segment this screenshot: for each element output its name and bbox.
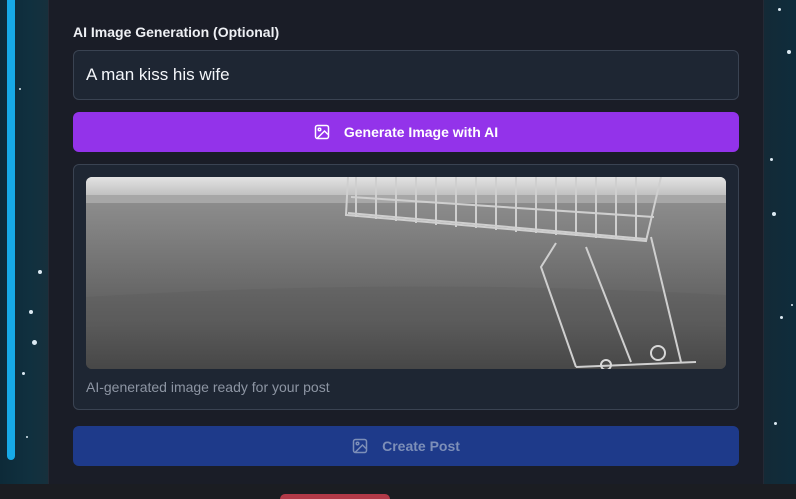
image-icon	[314, 124, 330, 140]
star-decoration	[38, 270, 42, 274]
image-prompt-value: A man kiss his wife	[86, 65, 230, 84]
bottom-taskbar	[0, 484, 796, 499]
star-decoration	[29, 310, 33, 314]
generate-image-button[interactable]: Generate Image with AI	[73, 112, 739, 152]
ai-section-label: AI Image Generation (Optional)	[73, 24, 280, 40]
star-decoration	[22, 372, 25, 375]
star-decoration	[774, 422, 777, 425]
image-preview-card: AI-generated image ready for your post	[73, 164, 739, 410]
left-accent-scrollbar[interactable]	[7, 0, 15, 460]
right-background	[762, 0, 796, 484]
star-decoration	[791, 304, 793, 306]
star-decoration	[770, 158, 773, 161]
preview-caption: AI-generated image ready for your post	[86, 379, 330, 395]
image-prompt-input[interactable]: A man kiss his wife	[73, 50, 739, 100]
star-decoration	[32, 340, 37, 345]
generated-image-preview	[86, 177, 726, 369]
star-decoration	[19, 88, 21, 90]
create-post-button-label: Create Post	[382, 438, 460, 454]
image-icon	[352, 438, 368, 454]
star-decoration	[778, 8, 781, 11]
star-decoration	[780, 316, 783, 319]
star-decoration	[787, 50, 791, 54]
create-post-button[interactable]: Create Post	[73, 426, 739, 466]
generate-image-button-label: Generate Image with AI	[343, 124, 499, 140]
star-decoration	[26, 436, 28, 438]
star-decoration	[772, 212, 776, 216]
bottom-tab-indicator[interactable]	[280, 494, 390, 499]
